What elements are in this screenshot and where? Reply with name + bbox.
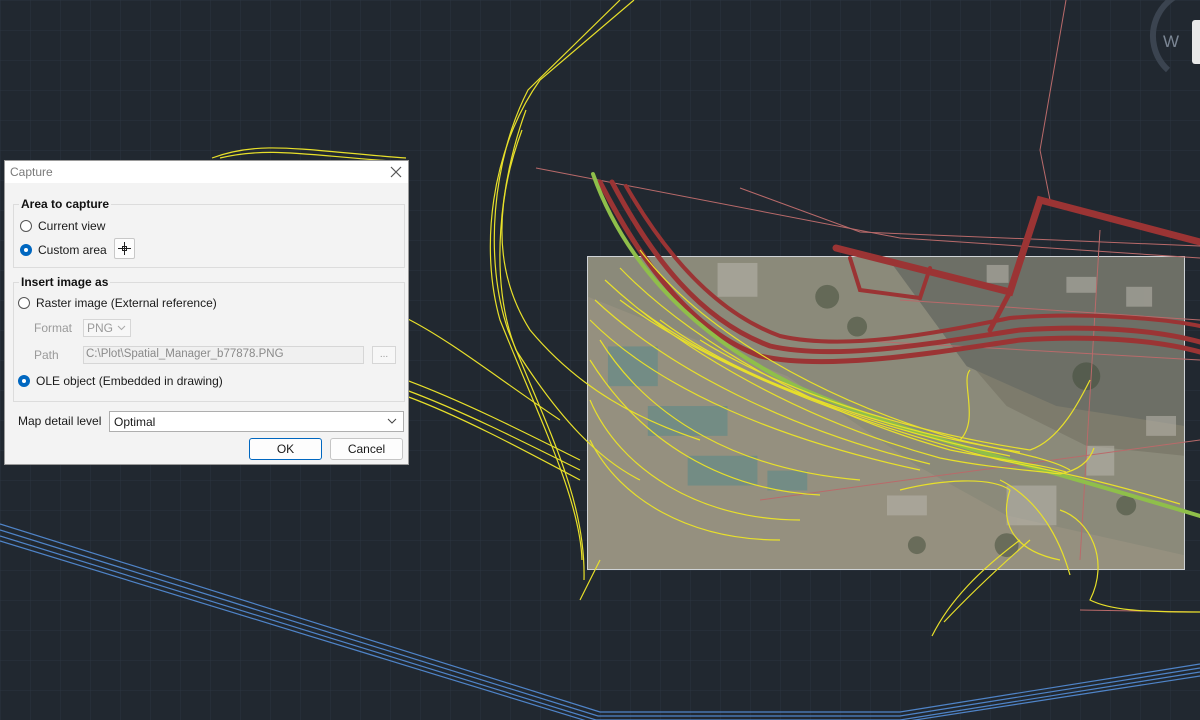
map-detail-label: Map detail level (18, 414, 102, 428)
radio-circle-selected[interactable] (20, 244, 32, 256)
compass-w-label: W (1163, 32, 1179, 51)
aerial-image (587, 256, 1185, 570)
radio-ole-label: OLE object (Embedded in drawing) (36, 374, 223, 388)
chevron-down-icon (117, 325, 126, 331)
map-detail-select[interactable]: Optimal (109, 411, 404, 432)
dialog-titlebar[interactable]: Capture (5, 161, 408, 183)
radio-custom-area[interactable]: Custom area (20, 243, 107, 257)
radio-ole-object[interactable]: OLE object (Embedded in drawing) (18, 374, 223, 388)
area-to-capture-group (13, 204, 405, 268)
format-value: PNG (87, 321, 114, 335)
path-field[interactable]: C:\Plot\Spatial_Manager_b77878.PNG (83, 346, 364, 364)
crosshair-icon (118, 242, 131, 255)
browse-button[interactable]: ... (372, 346, 396, 364)
format-label: Format (34, 321, 73, 335)
chevron-down-icon (387, 418, 397, 424)
radio-circle[interactable] (20, 220, 32, 232)
format-select[interactable]: PNG (83, 319, 131, 337)
radio-current-view-label: Current view (38, 219, 106, 233)
capture-dialog: Capture Area to capture Current view Cus… (4, 160, 409, 465)
radio-custom-area-label: Custom area (38, 243, 107, 257)
radio-circle[interactable] (18, 297, 30, 309)
area-to-capture-label: Area to capture (19, 197, 112, 211)
radio-current-view[interactable]: Current view (20, 219, 105, 233)
insert-image-label: Insert image as (19, 275, 111, 289)
ok-button[interactable]: OK (249, 438, 322, 460)
dialog-title: Capture (10, 165, 53, 179)
close-icon[interactable] (386, 162, 406, 182)
cancel-button[interactable]: Cancel (330, 438, 403, 460)
map-detail-value: Optimal (114, 415, 156, 429)
path-label: Path (34, 348, 59, 362)
radio-raster-image[interactable]: Raster image (External reference) (18, 296, 217, 310)
radio-circle-selected[interactable] (18, 375, 30, 387)
radio-raster-label: Raster image (External reference) (36, 296, 217, 310)
pick-area-button[interactable] (114, 238, 135, 259)
